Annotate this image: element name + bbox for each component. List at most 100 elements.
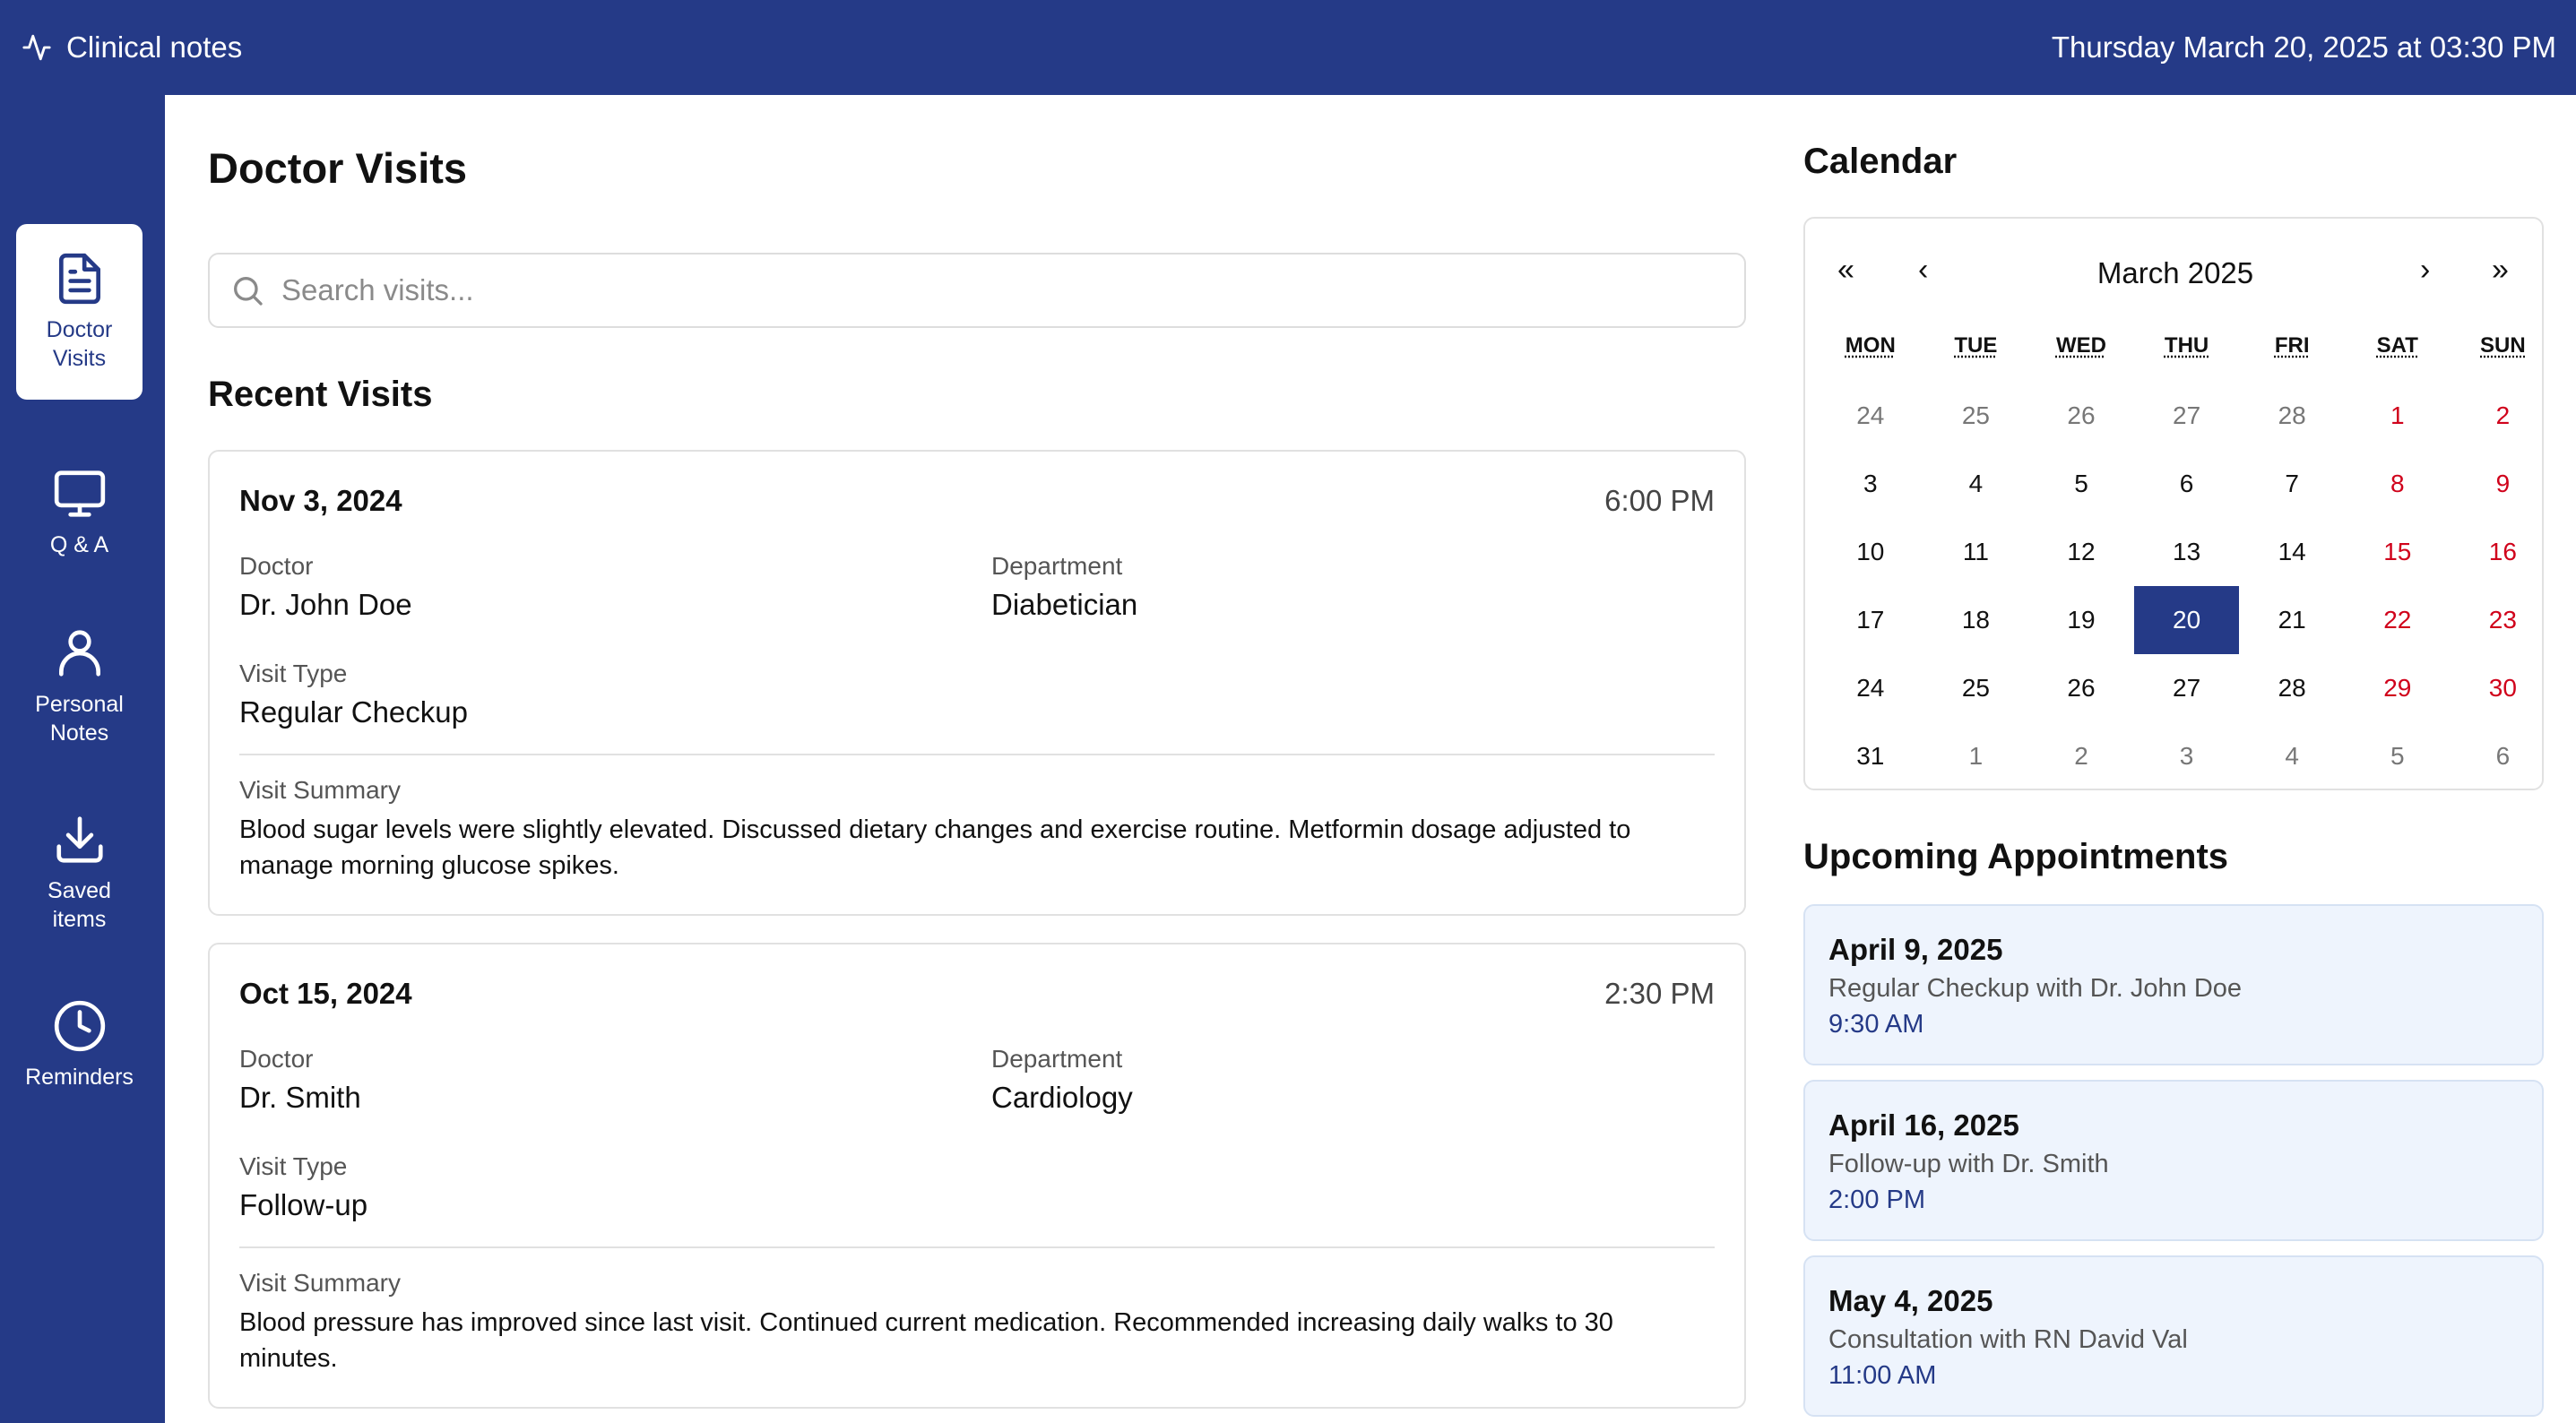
doctor-value: Dr. Smith: [239, 1081, 361, 1114]
calendar-day[interactable]: 27: [2134, 382, 2240, 450]
calendar-day[interactable]: 27: [2134, 654, 2240, 722]
weekday-header: FRI: [2274, 333, 2310, 358]
calendar-day[interactable]: 22: [2345, 586, 2451, 654]
calendar-day[interactable]: 10: [1818, 518, 1923, 586]
card-divider: [239, 1246, 1715, 1248]
doctor-label: Doctor: [239, 1045, 314, 1073]
search-box[interactable]: [208, 253, 1746, 328]
calendar-day[interactable]: 14: [2239, 518, 2345, 586]
sidebar: Doctor Visits Q & A Personal Notes Saved…: [0, 95, 165, 1423]
calendar-day[interactable]: 19: [2028, 586, 2134, 654]
card-divider: [239, 754, 1715, 755]
calendar-day[interactable]: 16: [2451, 518, 2556, 586]
upcoming-appointments-title: Upcoming Appointments: [1803, 837, 2229, 876]
next-month-button[interactable]: ›: [2420, 253, 2430, 288]
calendar-day[interactable]: 30: [2451, 654, 2556, 722]
calendar-day[interactable]: 28: [2239, 382, 2345, 450]
calendar-day[interactable]: 4: [2239, 722, 2345, 790]
weekday-header: SUN: [2480, 333, 2526, 358]
calendar-day[interactable]: 3: [2134, 722, 2240, 790]
calendar-grid: MON TUE WED THU FRI SAT SUN 24 25 26 27 28 1 2 3 4 5 6 7 8 9…: [1818, 333, 2555, 790]
weekday-header: WED: [2055, 333, 2106, 358]
calendar-day[interactable]: 21: [2239, 586, 2345, 654]
calendar-day-selected[interactable]: 20: [2133, 586, 2240, 654]
app-brand[interactable]: Clinical notes: [22, 30, 242, 65]
current-datetime: Thursday March 20, 2025 at 03:30 PM: [2051, 30, 2556, 64]
visit-time: 2:30 PM: [1604, 977, 1715, 1010]
calendar-day[interactable]: 25: [1923, 654, 2029, 722]
weekday-header: THU: [2164, 333, 2209, 358]
calendar-day[interactable]: 24: [1818, 654, 1923, 722]
calendar-day[interactable]: 31: [1818, 722, 1923, 790]
weekday-header: TUE: [1954, 333, 1998, 358]
recent-visits-title: Recent Visits: [208, 375, 433, 414]
calendar-day[interactable]: 15: [2345, 518, 2451, 586]
visit-date: Oct 15, 2024: [239, 977, 412, 1010]
department-label: Department: [991, 552, 1123, 580]
calendar-day[interactable]: 29: [2345, 654, 2451, 722]
calendar-day[interactable]: 1: [2345, 382, 2451, 450]
calendar-day[interactable]: 25: [1923, 382, 2029, 450]
calendar-day[interactable]: 7: [2239, 450, 2345, 518]
calendar-day[interactable]: 11: [1923, 518, 2029, 586]
appointment-description: Consultation with RN David Val: [1828, 1325, 2188, 1354]
department-label: Department: [991, 1045, 1123, 1073]
calendar-day[interactable]: 18: [1923, 586, 2029, 654]
search-icon: [234, 277, 263, 306]
visit-card[interactable]: Nov 3, 2024 6:00 PM Doctor Dr. John Doe …: [208, 450, 1746, 916]
sidebar-item-label: Q & A: [49, 532, 109, 557]
calendar-day[interactable]: 3: [1818, 450, 1923, 518]
summary-label: Visit Summary: [239, 1269, 401, 1297]
appointment-time: 2:00 PM: [1828, 1186, 1925, 1214]
calendar-day[interactable]: 28: [2239, 654, 2345, 722]
visit-time: 6:00 PM: [1604, 484, 1715, 517]
calendar-day[interactable]: 17: [1818, 586, 1923, 654]
department-value: Diabetician: [991, 588, 1138, 621]
calendar-day[interactable]: 24: [1818, 382, 1923, 450]
calendar-day[interactable]: 12: [2028, 518, 2134, 586]
calendar-day[interactable]: 13: [2134, 518, 2240, 586]
sidebar-item-qa[interactable]: Q & A: [16, 466, 143, 559]
appointment-card[interactable]: April 9, 2025 Regular Checkup with Dr. J…: [1803, 904, 2544, 1065]
visit-type-label: Visit Type: [239, 660, 348, 687]
visit-card[interactable]: Oct 15, 2024 2:30 PM Doctor Dr. Smith De…: [208, 943, 1746, 1409]
sidebar-item-label: Saved items: [48, 878, 111, 932]
calendar-title: Calendar: [1803, 142, 1958, 181]
appointment-date: May 4, 2025: [1828, 1284, 1993, 1317]
sidebar-item-label: Doctor Visits: [46, 317, 113, 371]
sidebar-item-personal-notes[interactable]: Personal Notes: [16, 625, 143, 747]
summary-label: Visit Summary: [239, 776, 401, 804]
calendar-day[interactable]: 2: [2451, 382, 2556, 450]
department-value: Cardiology: [991, 1081, 1133, 1114]
calendar-day[interactable]: 5: [2345, 722, 2451, 790]
calendar-day[interactable]: 8: [2345, 450, 2451, 518]
visit-type-value: Follow-up: [239, 1188, 368, 1221]
appointment-description: Regular Checkup with Dr. John Doe: [1828, 974, 2243, 1003]
calendar-day[interactable]: 23: [2451, 586, 2556, 654]
top-bar: Clinical notes Thursday March 20, 2025 a…: [0, 0, 2576, 95]
appointment-card[interactable]: May 4, 2025 Consultation with RN David V…: [1803, 1255, 2544, 1417]
activity-icon: [22, 34, 51, 61]
search-input[interactable]: [281, 273, 1716, 307]
sidebar-item-saved-items[interactable]: Saved items: [16, 812, 143, 934]
weekday-header: SAT: [2376, 333, 2418, 358]
calendar-day[interactable]: 5: [2028, 450, 2134, 518]
calendar-day[interactable]: 2: [2028, 722, 2134, 790]
calendar-day[interactable]: 4: [1923, 450, 2029, 518]
calendar: « ‹ March 2025 › » MON TUE WED THU FRI SAT SUN…: [1803, 217, 2544, 790]
calendar-day[interactable]: 1: [1923, 722, 2029, 790]
visit-summary: Blood pressure has improved since last v…: [239, 1308, 1613, 1373]
sidebar-item-doctor-visits[interactable]: Doctor Visits: [16, 224, 143, 400]
sidebar-item-reminders[interactable]: Reminders: [16, 998, 143, 1091]
calendar-day[interactable]: 6: [2451, 722, 2556, 790]
appointment-card[interactable]: April 16, 2025 Follow-up with Dr. Smith …: [1803, 1080, 2544, 1241]
visit-type-value: Regular Checkup: [239, 695, 468, 729]
document-icon: [58, 253, 100, 305]
calendar-day[interactable]: 6: [2134, 450, 2240, 518]
visit-date: Nov 3, 2024: [239, 484, 402, 517]
next-year-button[interactable]: »: [2492, 253, 2509, 288]
calendar-day[interactable]: 9: [2451, 450, 2556, 518]
sidebar-item-label: Personal Notes: [35, 692, 124, 746]
calendar-day[interactable]: 26: [2028, 654, 2134, 722]
calendar-day[interactable]: 26: [2028, 382, 2134, 450]
